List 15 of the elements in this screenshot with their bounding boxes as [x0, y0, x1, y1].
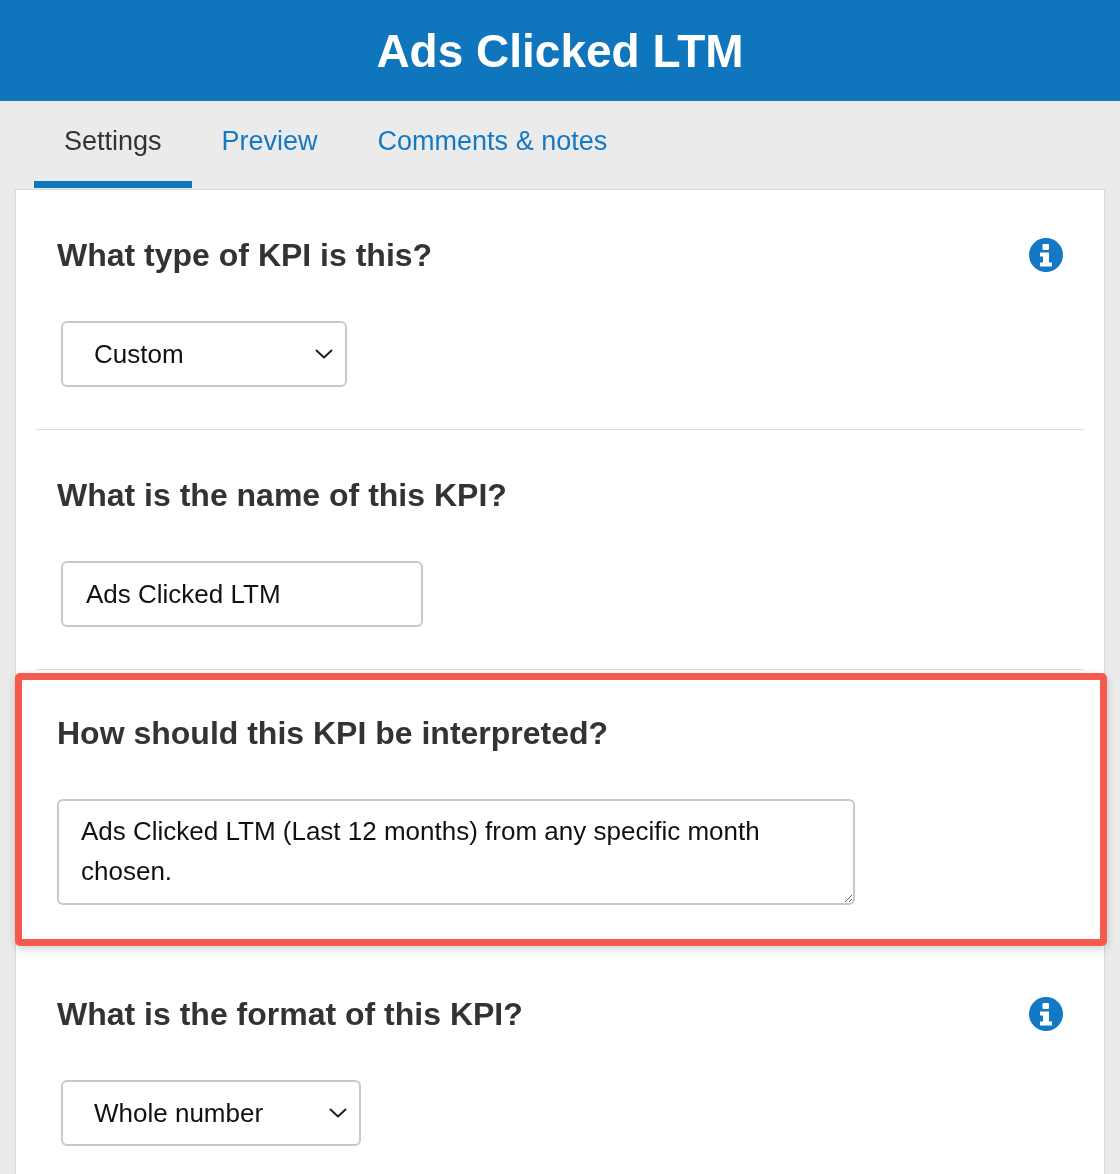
tab[interactable]: Comments & notes	[347, 101, 638, 188]
text-input[interactable]: Ads Clicked LTM	[61, 561, 423, 627]
dropdown[interactable]: Whole number	[61, 1080, 362, 1146]
info-icon[interactable]	[1029, 997, 1063, 1031]
chevron-down-icon	[329, 1108, 348, 1118]
section-heading: What is the name of this KPI?	[57, 476, 507, 514]
page-title: Ads Clicked LTM	[376, 27, 744, 74]
chevron-down-icon	[315, 349, 333, 359]
text-area[interactable]: Ads Clicked LTM (Last 12 months) from any specific month chosen.	[57, 799, 855, 905]
info-icon[interactable]	[1029, 238, 1063, 272]
tab[interactable]: Preview	[191, 101, 348, 188]
section-heading: What is the format of this KPI?	[57, 995, 523, 1033]
section-heading: How should this KPI be interpreted?	[57, 714, 609, 752]
section-heading: What type of KPI is this?	[57, 236, 433, 274]
dropdown[interactable]: Custom	[61, 321, 347, 387]
